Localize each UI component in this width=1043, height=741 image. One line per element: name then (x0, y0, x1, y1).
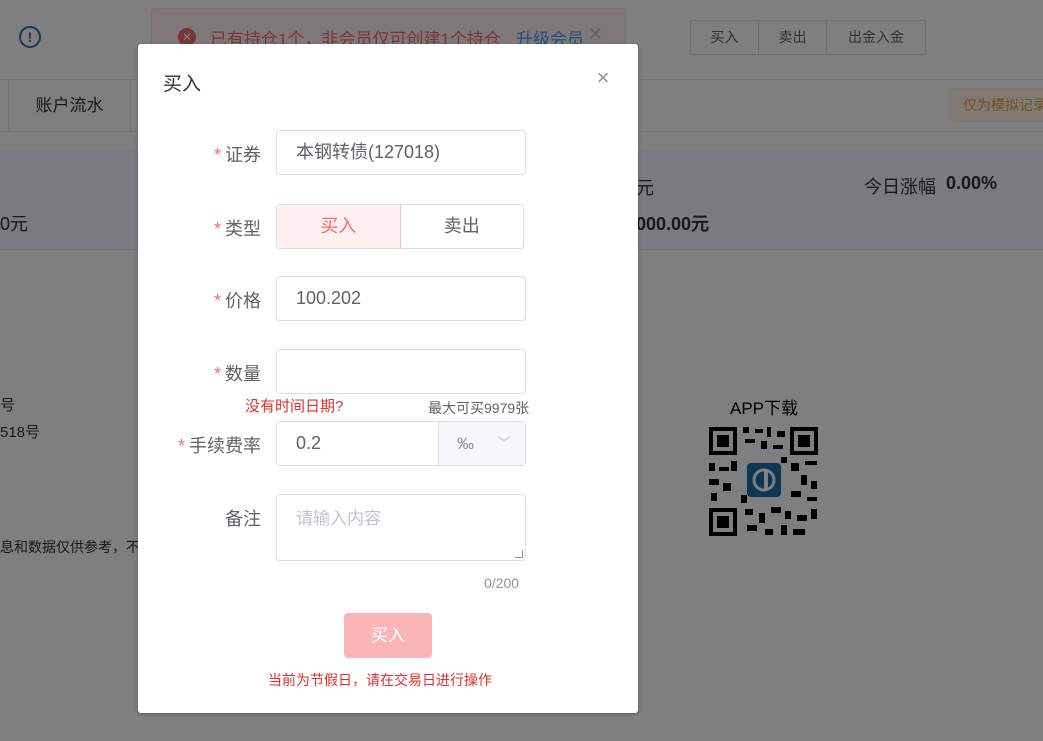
price-input[interactable]: 100.202 (276, 276, 526, 321)
fee-label: * 手续费率 (178, 432, 261, 458)
no-date-hint-link[interactable]: 没有时间日期? (245, 395, 343, 416)
required-mark: * (177, 436, 185, 456)
type-radio-group: 买入 卖出 (276, 204, 524, 249)
max-buy-hint: 最大可买9979张 (428, 400, 530, 416)
quantity-label: * 数量 (214, 360, 261, 386)
note-char-counter: 0/200 (484, 575, 520, 591)
type-option-buy[interactable]: 买入 (277, 205, 401, 248)
close-icon[interactable]: × (593, 67, 613, 89)
fee-unit-select[interactable]: ‰ ﹀ (438, 422, 525, 465)
security-label-text: 证券 (225, 145, 261, 165)
note-placeholder: 请输入内容 (296, 509, 381, 528)
fee-rate-input[interactable]: 0.2 (296, 422, 321, 465)
price-label-text: 价格 (225, 291, 261, 311)
type-label: * 类型 (214, 215, 261, 241)
quantity-input[interactable] (276, 349, 526, 394)
resize-handle-icon[interactable] (515, 550, 523, 558)
fee-rate-field: 0.2 ‰ ﹀ (276, 421, 526, 466)
quantity-label-text: 数量 (225, 364, 261, 384)
holiday-notice: 当前为节假日，请在交易日进行操作 (268, 672, 492, 688)
chevron-down-icon: ﹀ (497, 435, 511, 451)
required-mark: * (213, 219, 221, 239)
dialog-title: 买入 (163, 74, 202, 95)
fee-unit-value: ‰ (457, 434, 474, 453)
required-mark: * (213, 145, 221, 165)
required-mark: * (213, 364, 221, 384)
security-label: * 证券 (214, 141, 261, 167)
buy-dialog: 买入 × * 证券 本钢转债(127018) * 类型 买入 卖出 * 价格 100.… (138, 44, 638, 713)
price-label: * 价格 (214, 287, 261, 313)
note-textarea[interactable]: 请输入内容 (276, 494, 526, 561)
fee-label-text: 手续费率 (189, 436, 261, 456)
submit-buy-button[interactable]: 买入 (344, 613, 432, 658)
security-input[interactable]: 本钢转债(127018) (276, 130, 526, 175)
type-option-sell[interactable]: 卖出 (400, 205, 523, 248)
note-label: 备注 (225, 509, 261, 529)
required-mark: * (213, 291, 221, 311)
type-label-text: 类型 (225, 219, 261, 239)
